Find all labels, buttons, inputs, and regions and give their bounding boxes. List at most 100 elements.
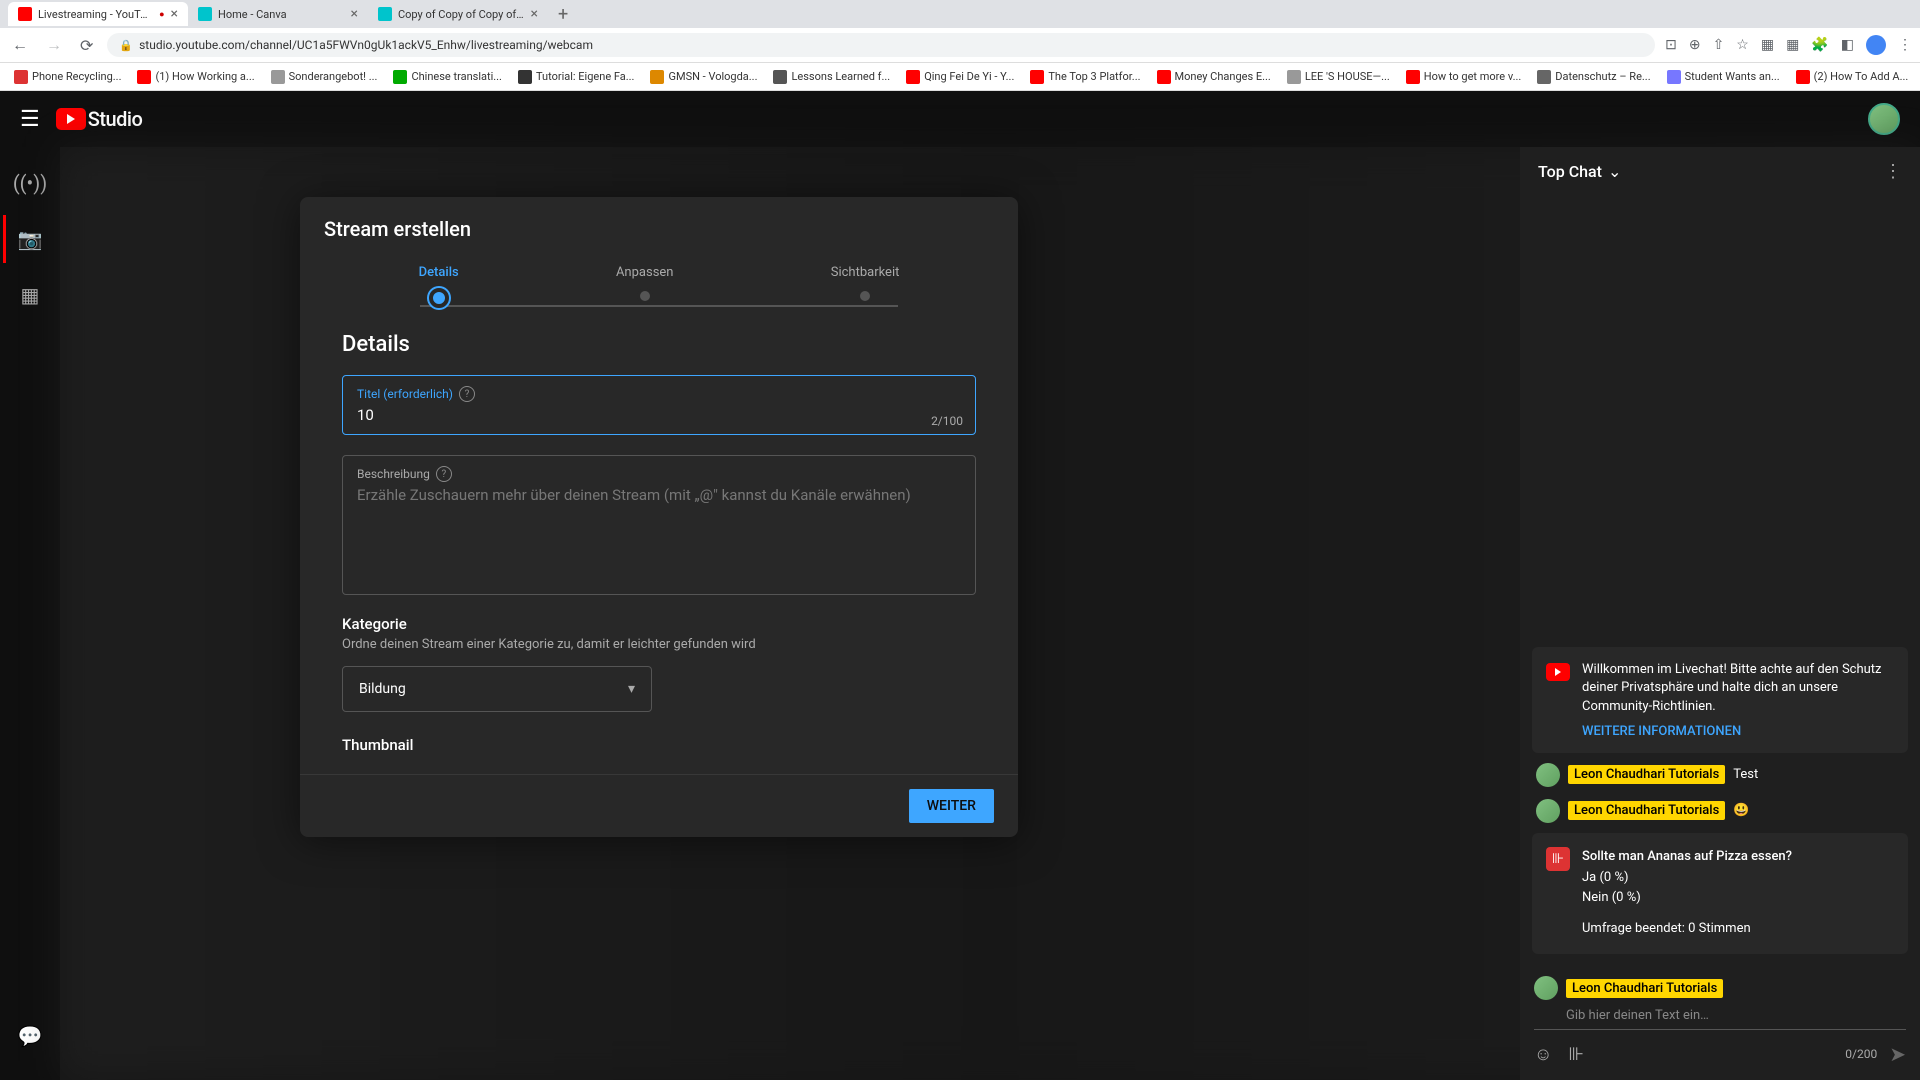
step-dot-icon	[857, 288, 873, 304]
extensions-button[interactable]: 🧩	[1811, 37, 1828, 53]
send-icon[interactable]: ➤	[1889, 1042, 1906, 1066]
title-input[interactable]	[357, 406, 961, 424]
chat-icon: 💬	[18, 1024, 43, 1048]
sidebar-item-stream[interactable]: ((•))	[6, 159, 54, 207]
more-info-link[interactable]: WEITERE INFORMATIONEN	[1582, 724, 1894, 739]
sidebar-item-webcam[interactable]: 📷	[3, 215, 54, 263]
category-help-text: Ordne deinen Stream einer Kategorie zu, …	[342, 637, 976, 652]
tab-canva-copy[interactable]: Copy of Copy of Copy of Cop ×	[368, 2, 548, 26]
step-dot-icon	[429, 288, 449, 308]
calendar-icon: ▦	[21, 283, 40, 307]
chat-message: Leon Chaudhari Tutorials Test	[1532, 761, 1908, 789]
bookmark-item[interactable]: Phone Recycling...	[8, 68, 127, 86]
bookmark-item[interactable]: Qing Fei De Yi - Y...	[900, 68, 1020, 86]
help-icon[interactable]: ?	[459, 386, 475, 402]
bookmark-item[interactable]: Sonderangebot! ...	[265, 68, 384, 86]
avatar	[1534, 976, 1558, 1000]
bookmark-item[interactable]: Money Changes E...	[1151, 68, 1277, 86]
category-heading: Kategorie	[342, 615, 976, 633]
camera-icon[interactable]: ⊡	[1665, 37, 1677, 53]
category-select[interactable]: Bildung ▾	[342, 666, 652, 712]
camera-icon: 📷	[18, 227, 43, 251]
extension-icon[interactable]: ▦	[1786, 37, 1799, 53]
chat-menu-button[interactable]: ⋮	[1884, 161, 1902, 182]
tab-youtube[interactable]: Livestreaming - YouTube S ● ×	[8, 2, 188, 26]
title-field[interactable]: Titel (erforderlich) ? 2/100	[342, 375, 976, 435]
chat-welcome-notice: Willkommen im Livechat! Bitte achte auf …	[1532, 647, 1908, 753]
recording-icon: ●	[159, 9, 164, 20]
create-stream-modal: Stream erstellen Details Anpassen Sichtb…	[300, 197, 1018, 837]
close-icon[interactable]: ×	[351, 6, 358, 22]
help-icon[interactable]: ?	[436, 466, 452, 482]
menu-icon[interactable]: ☰	[20, 107, 40, 132]
favicon	[393, 70, 407, 84]
description-input[interactable]	[357, 486, 961, 586]
bookmark-item[interactable]: Lessons Learned f...	[767, 68, 896, 86]
bookmark-item[interactable]: (1) How Working a...	[131, 68, 260, 86]
chat-panel: Top Chat ⌄ ⋮ Willkommen im Livechat! Bit…	[1520, 147, 1920, 1080]
menu-icon[interactable]: ⋮	[1898, 37, 1912, 53]
reload-button[interactable]: ⟳	[76, 32, 97, 59]
chat-input[interactable]	[1534, 1004, 1906, 1030]
step-dot-icon	[637, 288, 653, 304]
youtube-play-icon	[56, 108, 86, 130]
favicon-canva	[378, 7, 392, 21]
chat-poll: ⊪ Sollte man Ananas auf Pizza essen? Ja …	[1532, 833, 1908, 954]
lock-icon: 🔒	[119, 39, 133, 52]
extension-icon[interactable]: ▦	[1761, 37, 1774, 53]
bookmark-item[interactable]: The Top 3 Platfor...	[1024, 68, 1146, 86]
bookmark-item[interactable]: Datenschutz – Re...	[1531, 68, 1656, 86]
step-visibility[interactable]: Sichtbarkeit	[831, 265, 900, 308]
poll-icon: ⊪	[1546, 847, 1570, 871]
favicon	[14, 70, 28, 84]
studio-header: ☰ Studio	[0, 91, 1920, 147]
favicon	[1287, 70, 1301, 84]
bookmark-item[interactable]: Chinese translati...	[387, 68, 508, 86]
step-details[interactable]: Details	[419, 265, 459, 308]
chat-mode-selector[interactable]: Top Chat ⌄	[1538, 162, 1621, 181]
bookmark-item[interactable]: Tutorial: Eigene Fa...	[512, 68, 641, 86]
tab-bar: Livestreaming - YouTube S ● × Home - Can…	[0, 0, 1920, 28]
next-button[interactable]: WEITER	[909, 789, 994, 823]
avatar[interactable]	[1868, 103, 1900, 135]
new-tab-button[interactable]: +	[548, 4, 578, 25]
bookmark-item[interactable]: (2) How To Add A...	[1790, 68, 1915, 86]
favicon	[1796, 70, 1810, 84]
favicon	[518, 70, 532, 84]
youtube-studio-logo[interactable]: Studio	[56, 107, 143, 131]
emoji-icon[interactable]: ☺	[1534, 1044, 1552, 1065]
chat-message: Leon Chaudhari Tutorials 😃	[1532, 797, 1908, 825]
main-area: Stream erstellen Details Anpassen Sichtb…	[60, 147, 1920, 1080]
bookmark-item[interactable]: Student Wants an...	[1661, 68, 1786, 86]
bookmark-item[interactable]: LEE 'S HOUSE—...	[1281, 68, 1396, 86]
favicon	[271, 70, 285, 84]
poll-icon[interactable]: ⊪	[1568, 1044, 1584, 1065]
sidebar-item-manage[interactable]: ▦	[6, 271, 54, 319]
bookmark-item[interactable]: How to get more v...	[1400, 68, 1528, 86]
close-icon[interactable]: ×	[171, 6, 178, 22]
bookmark-icon[interactable]: ☆	[1736, 37, 1749, 53]
sidebar: ((•)) 📷 ▦ 💬	[0, 147, 60, 1080]
panel-icon[interactable]: ◧	[1841, 37, 1854, 53]
author-badge[interactable]: Leon Chaudhari Tutorials	[1568, 765, 1725, 784]
bookmark-item[interactable]: GMSN - Vologda...	[644, 68, 763, 86]
favicon	[1667, 70, 1681, 84]
favicon	[906, 70, 920, 84]
back-button[interactable]: ←	[8, 31, 32, 59]
favicon-youtube	[18, 7, 32, 21]
stepper: Details Anpassen Sichtbarkeit	[300, 249, 1018, 332]
forward-button[interactable]: →	[42, 31, 66, 59]
close-icon[interactable]: ×	[531, 6, 538, 22]
zoom-icon[interactable]: ⊕	[1689, 37, 1701, 53]
step-customize[interactable]: Anpassen	[616, 265, 674, 308]
favicon	[650, 70, 664, 84]
favicon-canva	[198, 7, 212, 21]
profile-button[interactable]	[1866, 35, 1886, 55]
tab-canva-home[interactable]: Home - Canva ×	[188, 2, 368, 26]
author-badge[interactable]: Leon Chaudhari Tutorials	[1568, 801, 1725, 820]
avatar	[1536, 763, 1560, 787]
url-input[interactable]: 🔒 studio.youtube.com/channel/UC1a5FWVn0g…	[107, 33, 1655, 57]
description-field[interactable]: Beschreibung ?	[342, 455, 976, 595]
share-icon[interactable]: ⇧	[1713, 37, 1725, 53]
feedback-button[interactable]: 💬	[6, 1012, 55, 1060]
